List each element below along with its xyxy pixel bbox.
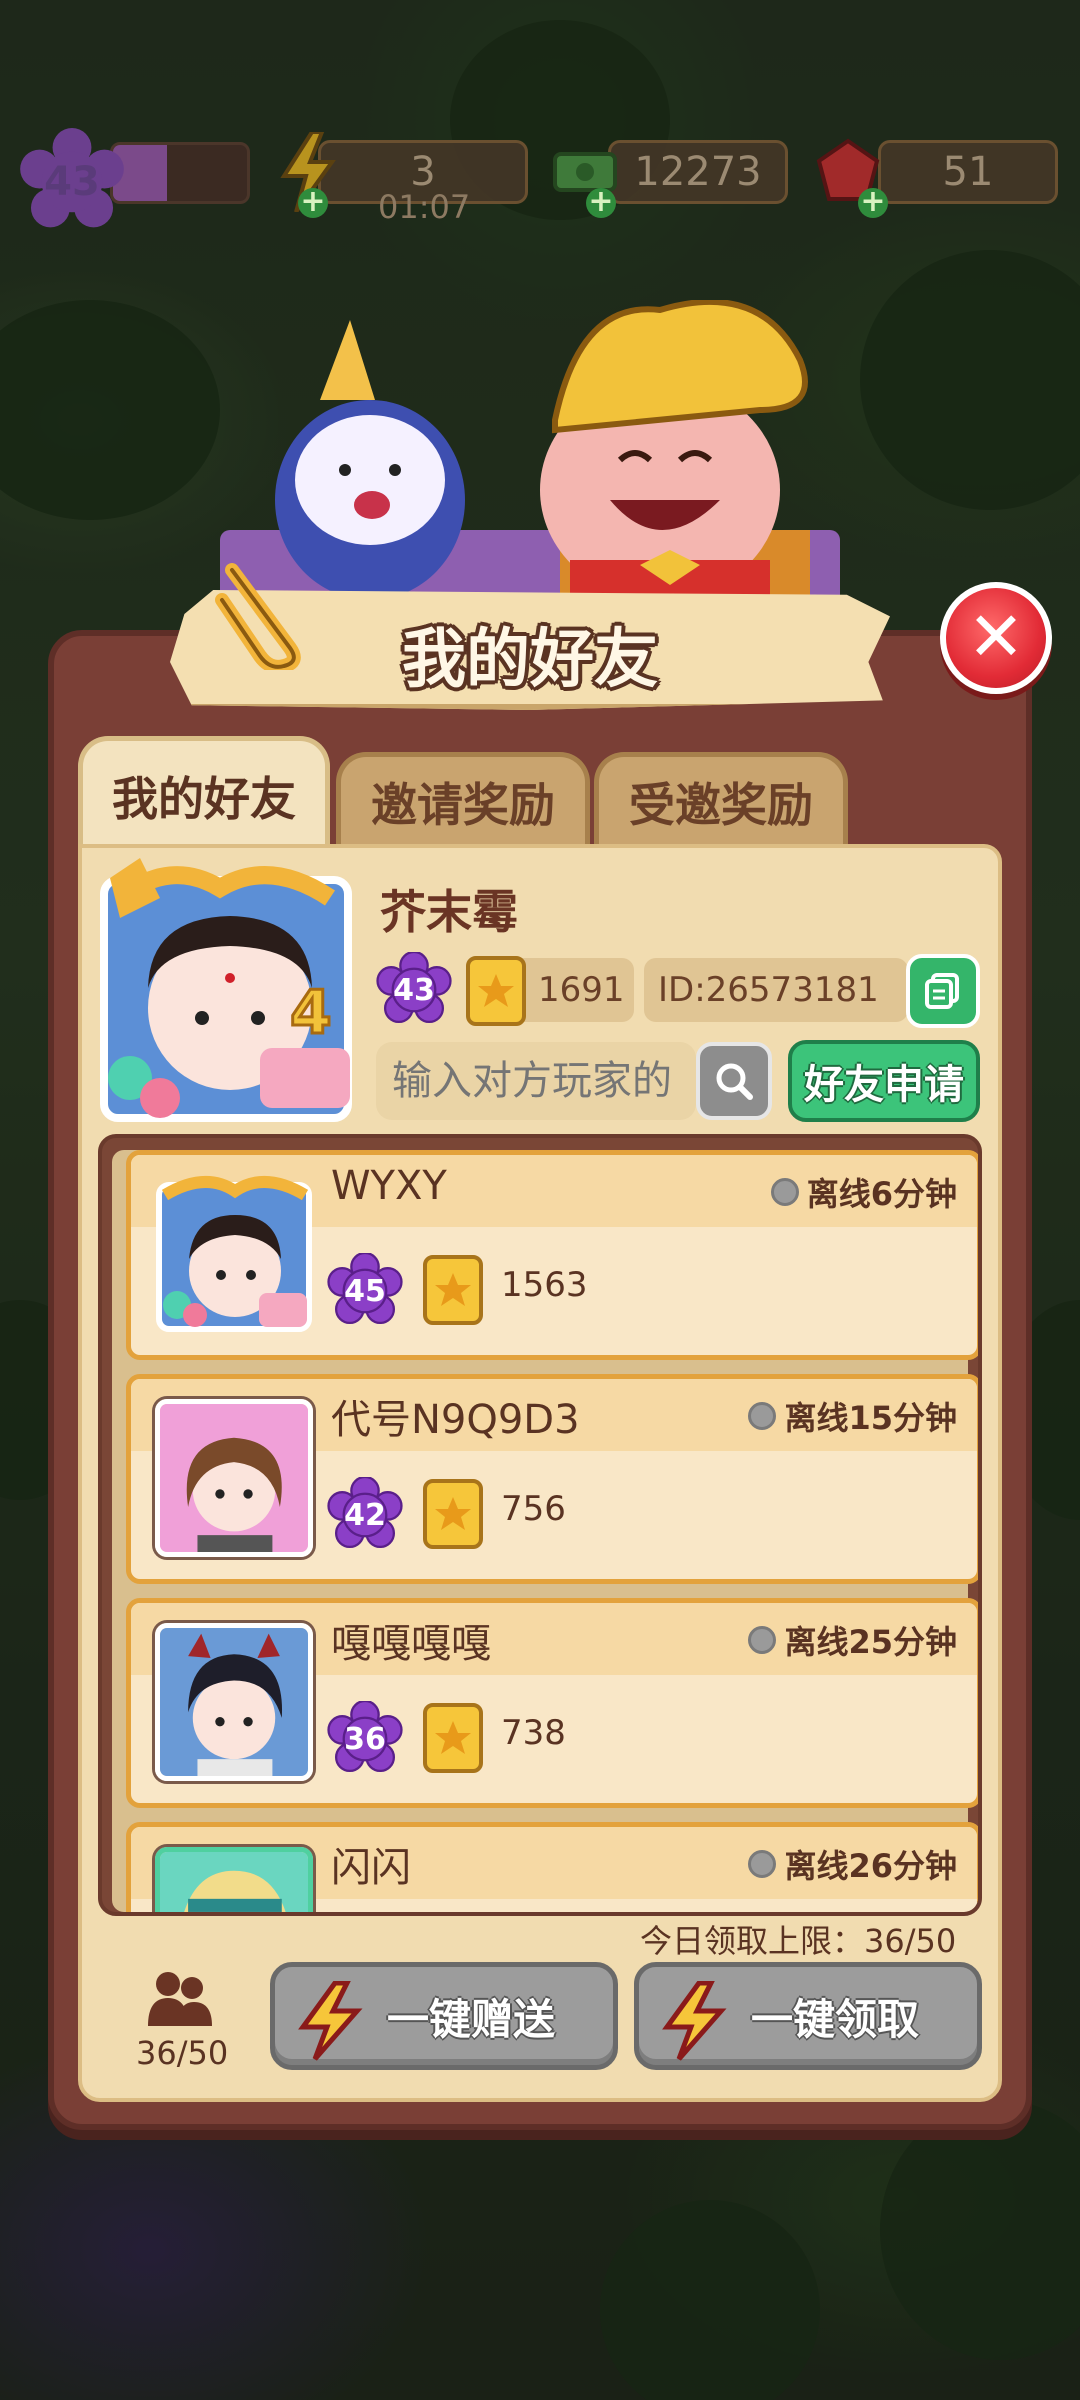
claim-all-label: 一键领取: [750, 1994, 919, 2044]
resource-bar: 43 3 + 01:07 12273 + 51 +: [0, 128, 1080, 228]
paperclip-icon: [215, 563, 301, 670]
close-icon: ✕: [967, 598, 1025, 677]
player-score: 1691: [538, 970, 625, 1010]
star-card-icon: [466, 956, 526, 1026]
offline-dot-icon: [770, 1178, 799, 1206]
friend-row[interactable]: 代号N9Q9D3 离线15分钟 42 756: [126, 1374, 978, 1584]
friend-score: 738: [501, 1713, 566, 1753]
offline-dot-icon: [748, 1850, 777, 1878]
player-search-input[interactable]: [376, 1042, 696, 1120]
close-button[interactable]: ✕: [940, 582, 1052, 694]
star-card-icon: [423, 1479, 483, 1549]
friend-level: 42: [327, 1477, 403, 1553]
friend-score: 1563: [501, 1265, 588, 1305]
friend-avatar: [155, 1847, 313, 1912]
claim-all-button[interactable]: 一键领取: [634, 1962, 982, 2070]
cash-value: 12273: [634, 149, 762, 195]
cash-plus-button[interactable]: +: [586, 187, 616, 218]
friend-status-text: 离线26分钟: [784, 1847, 957, 1885]
energy-timer: 01:07: [378, 188, 471, 226]
player-level-badge[interactable]: 43: [18, 128, 126, 236]
tab-my-friends[interactable]: 我的好友: [78, 736, 330, 850]
friend-level-text: 36: [344, 1721, 386, 1757]
friend-request-button[interactable]: 好友申请: [788, 1040, 980, 1122]
friend-level-text: 45: [344, 1273, 386, 1309]
gem-value: 51: [942, 149, 994, 195]
copy-icon: [925, 973, 959, 1009]
friend-status: 离线6分钟: [770, 1169, 957, 1215]
tab-invite-rewards[interactable]: 邀请奖励: [336, 752, 590, 846]
friend-name: 代号N9Q9D3: [331, 1397, 580, 1443]
friend-level-text: 42: [344, 1497, 386, 1533]
friend-status: 离线15分钟: [748, 1393, 957, 1439]
friend-avatar: [156, 1175, 312, 1332]
daily-claim-limit: 今日领取上限：36/50: [640, 1922, 957, 1960]
player-avatar[interactable]: 4: [90, 858, 370, 1128]
friend-status-text: 离线15分钟: [784, 1399, 957, 1437]
copy-id-button[interactable]: [906, 954, 980, 1028]
offline-dot-icon: [748, 1402, 777, 1430]
friend-name: WYXY: [331, 1163, 447, 1209]
send-all-label: 一键赠送: [386, 1994, 555, 2044]
player-id-pill: ID:26573181: [644, 958, 908, 1022]
friend-status-text: 离线25分钟: [784, 1623, 957, 1661]
friend-avatar: [155, 1399, 313, 1557]
cash-counter[interactable]: 12273: [608, 140, 788, 204]
star-card-icon: [423, 1703, 483, 1773]
player-level-small: 43: [376, 952, 452, 1028]
lightning-icon: [662, 1981, 727, 2061]
tab-label: 我的好友: [112, 771, 296, 826]
tab-label: 邀请奖励: [371, 777, 555, 832]
friend-status: 离线26分钟: [748, 1841, 957, 1887]
tab-invited-rewards[interactable]: 受邀奖励: [594, 752, 848, 846]
offline-dot-icon: [748, 1626, 777, 1654]
search-button[interactable]: [696, 1042, 772, 1120]
friend-status: 离线25分钟: [748, 1617, 957, 1663]
search-icon: [716, 1063, 753, 1100]
friend-list[interactable]: WYXY 离线6分钟 45 1563 代号N9Q9D3 离线15分钟 42 75…: [98, 1134, 982, 1916]
star-card-icon: [423, 1255, 483, 1325]
friends-icon: [148, 1972, 212, 2026]
gem-plus-button[interactable]: +: [858, 187, 888, 218]
xp-progress-bar: [110, 142, 250, 204]
friend-row[interactable]: WYXY 离线6分钟 45 1563: [126, 1150, 978, 1360]
gem-counter[interactable]: 51: [878, 140, 1058, 204]
friend-score: 756: [501, 1489, 566, 1529]
friend-name: 嘎嘎嘎嘎: [331, 1621, 491, 1667]
friend-row[interactable]: 嘎嘎嘎嘎 离线25分钟 36 738: [126, 1598, 978, 1808]
friend-count: 36/50: [136, 2034, 229, 2072]
friend-level: 36: [327, 1701, 403, 1777]
tab-label: 受邀奖励: [629, 777, 813, 832]
lightning-icon: [298, 1981, 363, 2061]
friend-row[interactable]: 闪闪 离线26分钟: [126, 1822, 978, 1912]
player-level-text: 43: [393, 972, 435, 1008]
friend-status-text: 离线6分钟: [806, 1175, 957, 1213]
friend-request-label: 好友申请: [804, 1062, 964, 1108]
player-id: ID:26573181: [658, 970, 879, 1010]
friend-avatar: [155, 1623, 313, 1781]
energy-plus-button[interactable]: +: [298, 187, 328, 218]
svg-text:4: 4: [290, 978, 332, 1048]
friend-name: 闪闪: [331, 1845, 411, 1891]
player-name: 芥末霉: [380, 885, 518, 939]
friend-level: 45: [327, 1253, 403, 1329]
player-level-value: 43: [44, 159, 100, 205]
send-all-button[interactable]: 一键赠送: [270, 1962, 618, 2070]
